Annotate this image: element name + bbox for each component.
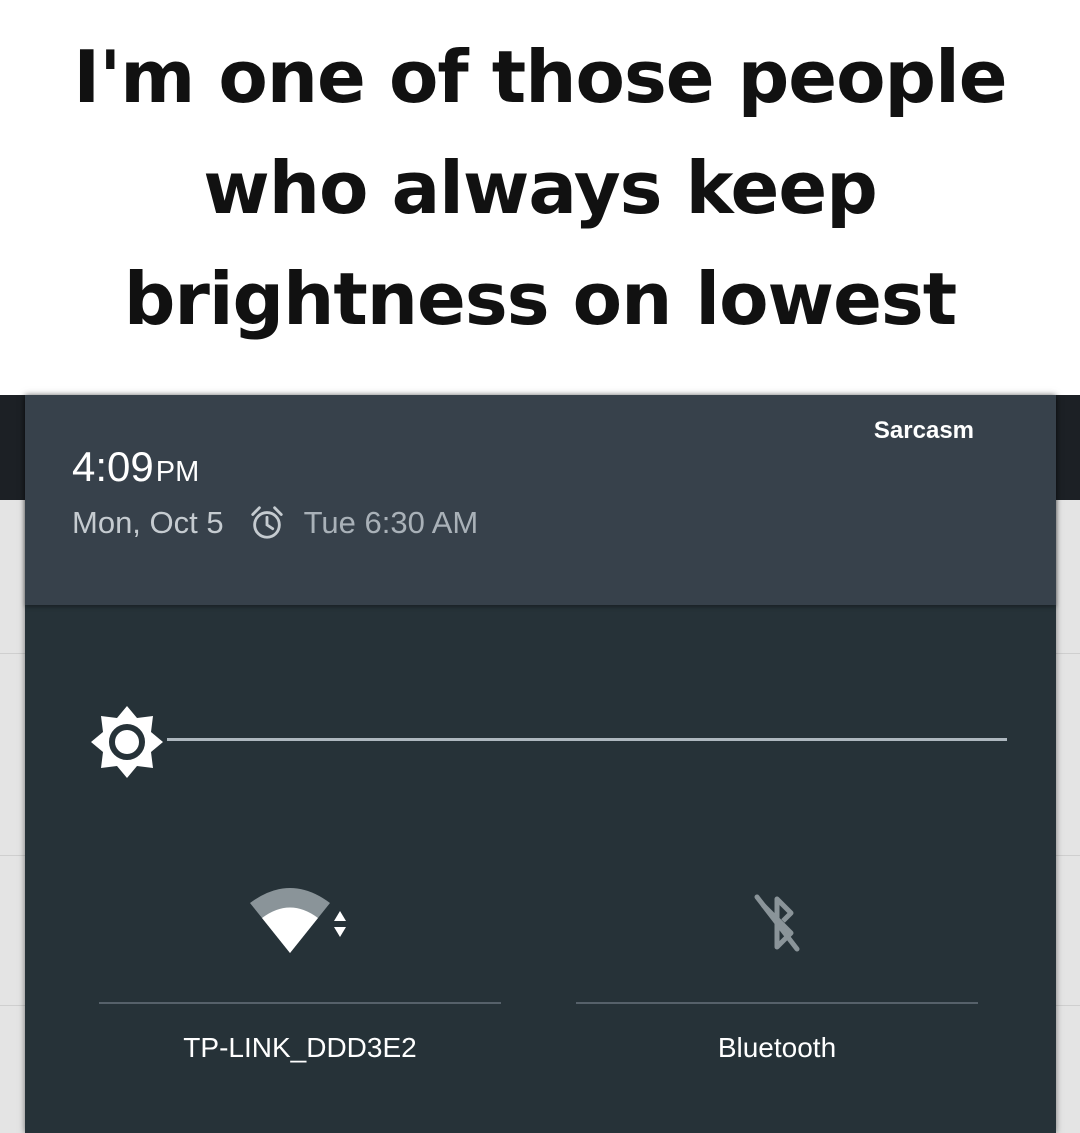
carrier-label: Sarcasm bbox=[873, 417, 974, 444]
tile-divider bbox=[576, 1002, 978, 1004]
brightness-control bbox=[85, 700, 1007, 782]
wifi-icon-wrap bbox=[99, 875, 501, 970]
meme-caption: I'm one of those people who always keep … bbox=[0, 0, 1080, 395]
bluetooth-disabled-icon bbox=[754, 894, 800, 951]
wifi-icon bbox=[250, 887, 346, 953]
wifi-tile-label[interactable]: TP-LINK_DDD3E2 bbox=[99, 1032, 501, 1064]
clock-ampm: PM bbox=[155, 456, 200, 488]
clock-time: 4:09 bbox=[72, 443, 154, 490]
caption-text: I'm one of those people who always keep … bbox=[73, 35, 1007, 341]
date-alarm-row: Mon, Oct 5 Tue 6:30 AM bbox=[72, 503, 478, 543]
brightness-slider-track[interactable] bbox=[167, 738, 1007, 741]
next-alarm-label[interactable]: Tue 6:30 AM bbox=[304, 505, 479, 541]
bluetooth-tile[interactable]: Bluetooth bbox=[576, 875, 978, 1075]
shade-header[interactable]: Sarcasm 4:09PM Mon, Oct 5 Tue 6:30 AM bbox=[25, 395, 1056, 605]
bluetooth-icon-wrap bbox=[576, 875, 978, 970]
notification-shade: Sarcasm 4:09PM Mon, Oct 5 Tue 6:30 AM TP… bbox=[25, 395, 1056, 1133]
tile-divider bbox=[99, 1002, 501, 1004]
clock[interactable]: 4:09PM bbox=[72, 443, 199, 496]
alarm-clock-icon bbox=[250, 506, 283, 539]
bluetooth-tile-label[interactable]: Bluetooth bbox=[576, 1032, 978, 1064]
brightness-sun-icon[interactable] bbox=[87, 702, 167, 782]
date-label[interactable]: Mon, Oct 5 bbox=[72, 505, 224, 541]
wifi-tile[interactable]: TP-LINK_DDD3E2 bbox=[99, 875, 501, 1075]
